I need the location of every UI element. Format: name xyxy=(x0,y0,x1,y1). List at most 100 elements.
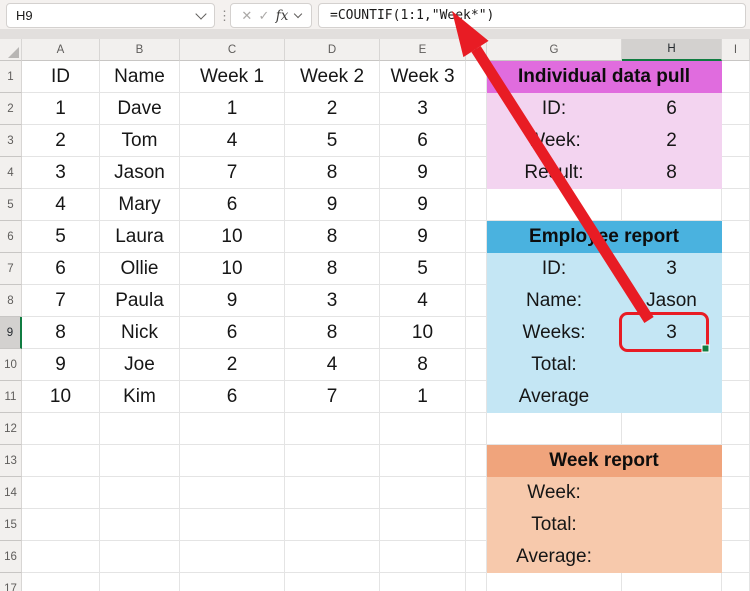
cell-B8[interactable]: Paula xyxy=(100,285,180,317)
cell-B4[interactable]: Jason xyxy=(100,157,180,189)
row-header-11[interactable]: 11 xyxy=(0,381,22,413)
cell-D17[interactable] xyxy=(285,573,380,591)
cell-D14[interactable] xyxy=(285,477,380,509)
cell-B11[interactable]: Kim xyxy=(100,381,180,413)
row-header-2[interactable]: 2 xyxy=(0,93,22,125)
cell-C10[interactable]: 2 xyxy=(180,349,285,381)
row-header-8[interactable]: 8 xyxy=(0,285,22,317)
cell-C16[interactable] xyxy=(180,541,285,573)
cell-B15[interactable] xyxy=(100,509,180,541)
cell-C4[interactable]: 7 xyxy=(180,157,285,189)
column-header-H[interactable]: H xyxy=(622,39,722,61)
cell-H5[interactable] xyxy=(622,189,722,221)
cell-E15[interactable] xyxy=(380,509,466,541)
cell-I9[interactable] xyxy=(722,317,750,349)
cell-E12[interactable] xyxy=(380,413,466,445)
cell-G1[interactable]: Individual data pull xyxy=(487,61,722,93)
cell-F15[interactable] xyxy=(466,509,487,541)
cell-C15[interactable] xyxy=(180,509,285,541)
cell-E7[interactable]: 5 xyxy=(380,253,466,285)
cell-D16[interactable] xyxy=(285,541,380,573)
cell-D6[interactable]: 8 xyxy=(285,221,380,253)
cell-G8[interactable]: Name: xyxy=(487,285,622,317)
cell-D12[interactable] xyxy=(285,413,380,445)
cell-H16[interactable] xyxy=(622,541,722,573)
cell-H7[interactable]: 3 xyxy=(622,253,722,285)
cell-E11[interactable]: 1 xyxy=(380,381,466,413)
cell-B10[interactable]: Joe xyxy=(100,349,180,381)
column-header-G[interactable]: G xyxy=(487,39,622,61)
chevron-down-icon[interactable] xyxy=(195,8,207,20)
cell-D11[interactable]: 7 xyxy=(285,381,380,413)
cell-E10[interactable]: 8 xyxy=(380,349,466,381)
cell-D8[interactable]: 3 xyxy=(285,285,380,317)
column-header-A[interactable]: A xyxy=(22,39,100,61)
cell-F7[interactable] xyxy=(466,253,487,285)
cell-A4[interactable]: 3 xyxy=(22,157,100,189)
cell-B5[interactable]: Mary xyxy=(100,189,180,221)
cell-F16[interactable] xyxy=(466,541,487,573)
enter-icon[interactable]: ✓ xyxy=(259,9,270,22)
cell-I10[interactable] xyxy=(722,349,750,381)
cell-D4[interactable]: 8 xyxy=(285,157,380,189)
cell-E17[interactable] xyxy=(380,573,466,591)
cell-C8[interactable]: 9 xyxy=(180,285,285,317)
cell-C5[interactable]: 6 xyxy=(180,189,285,221)
cell-E9[interactable]: 10 xyxy=(380,317,466,349)
cell-H11[interactable] xyxy=(622,381,722,413)
row-header-9[interactable]: 9 xyxy=(0,317,22,349)
cell-C2[interactable]: 1 xyxy=(180,93,285,125)
cell-I8[interactable] xyxy=(722,285,750,317)
cell-I5[interactable] xyxy=(722,189,750,221)
row-header-17[interactable]: 17 xyxy=(0,573,22,591)
cell-G15[interactable]: Total: xyxy=(487,509,622,541)
column-header-D[interactable]: D xyxy=(285,39,380,61)
cancel-icon[interactable]: ✕ xyxy=(241,9,252,22)
cell-G6[interactable]: Employee report xyxy=(487,221,722,253)
column-header-F[interactable]: F xyxy=(466,39,487,61)
cell-D5[interactable]: 9 xyxy=(285,189,380,221)
cell-I3[interactable] xyxy=(722,125,750,157)
name-box[interactable]: H9 xyxy=(6,3,215,28)
row-header-14[interactable]: 14 xyxy=(0,477,22,509)
cell-I17[interactable] xyxy=(722,573,750,591)
cell-H8[interactable]: Jason xyxy=(622,285,722,317)
cell-A5[interactable]: 4 xyxy=(22,189,100,221)
cell-F8[interactable] xyxy=(466,285,487,317)
column-header-C[interactable]: C xyxy=(180,39,285,61)
row-header-7[interactable]: 7 xyxy=(0,253,22,285)
row-header-3[interactable]: 3 xyxy=(0,125,22,157)
cell-G14[interactable]: Week: xyxy=(487,477,622,509)
cell-D2[interactable]: 2 xyxy=(285,93,380,125)
cell-D15[interactable] xyxy=(285,509,380,541)
cell-F2[interactable] xyxy=(466,93,487,125)
cell-F13[interactable] xyxy=(466,445,487,477)
insert-function-icon[interactable]: fx xyxy=(276,8,289,24)
cell-A9[interactable]: 8 xyxy=(22,317,100,349)
cell-G2[interactable]: ID: xyxy=(487,93,622,125)
cell-G3[interactable]: Week: xyxy=(487,125,622,157)
cell-A7[interactable]: 6 xyxy=(22,253,100,285)
cell-G13[interactable]: Week report xyxy=(487,445,722,477)
cell-D13[interactable] xyxy=(285,445,380,477)
row-header-10[interactable]: 10 xyxy=(0,349,22,381)
column-header-B[interactable]: B xyxy=(100,39,180,61)
cell-A12[interactable] xyxy=(22,413,100,445)
cell-E8[interactable]: 4 xyxy=(380,285,466,317)
cell-A1[interactable]: ID xyxy=(22,61,100,93)
row-header-4[interactable]: 4 xyxy=(0,157,22,189)
cell-C11[interactable]: 6 xyxy=(180,381,285,413)
cell-F14[interactable] xyxy=(466,477,487,509)
cell-H12[interactable] xyxy=(622,413,722,445)
cell-B14[interactable] xyxy=(100,477,180,509)
cell-E5[interactable]: 9 xyxy=(380,189,466,221)
row-header-1[interactable]: 1 xyxy=(0,61,22,93)
cell-C9[interactable]: 6 xyxy=(180,317,285,349)
cell-A10[interactable]: 9 xyxy=(22,349,100,381)
cell-C7[interactable]: 10 xyxy=(180,253,285,285)
cell-E16[interactable] xyxy=(380,541,466,573)
cell-G11[interactable]: Average xyxy=(487,381,622,413)
row-header-15[interactable]: 15 xyxy=(0,509,22,541)
cell-F4[interactable] xyxy=(466,157,487,189)
cell-C6[interactable]: 10 xyxy=(180,221,285,253)
